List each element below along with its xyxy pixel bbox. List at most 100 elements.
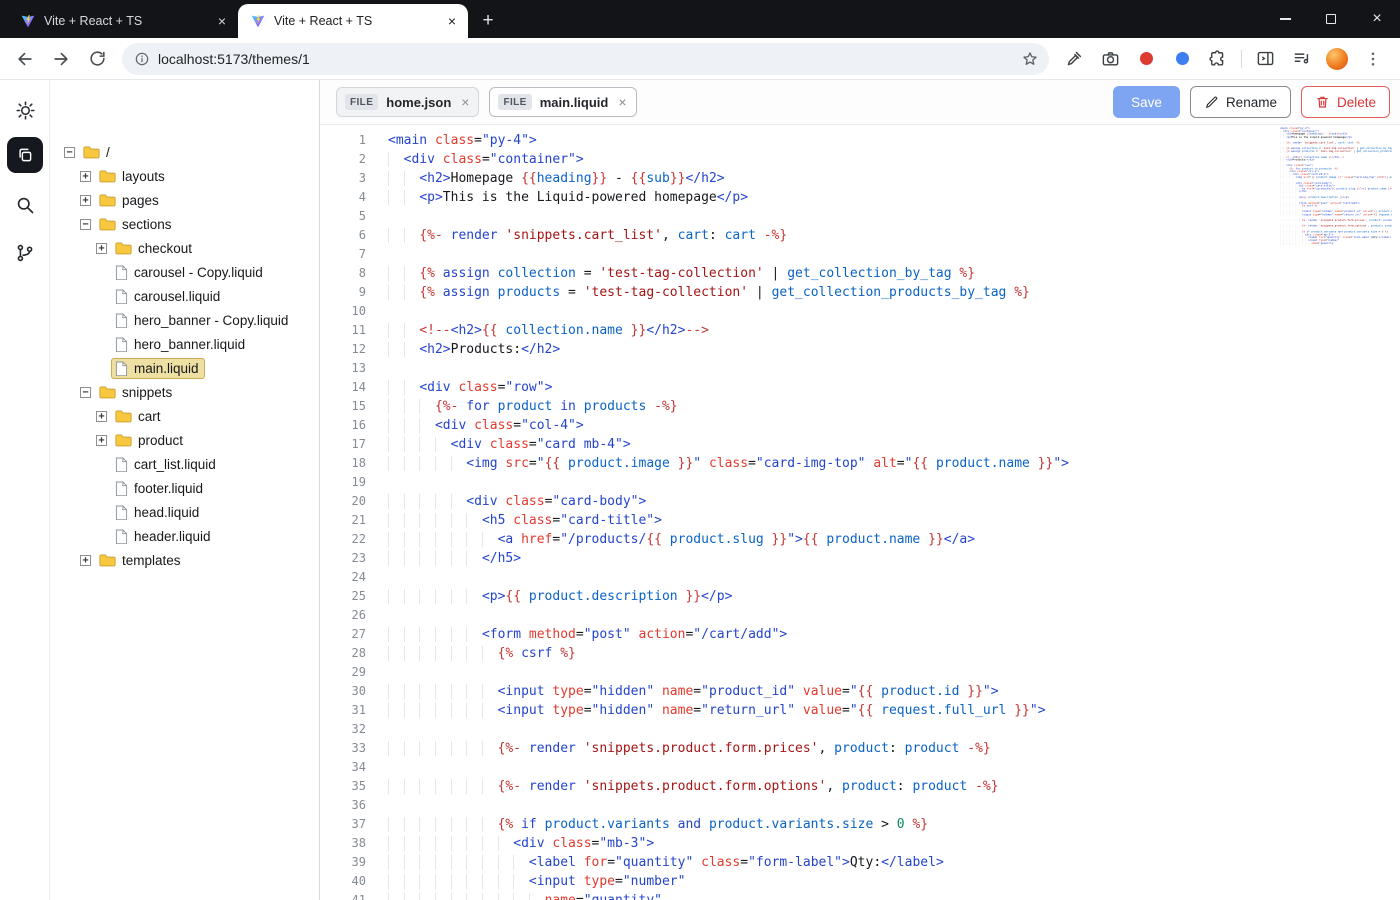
tree-item-root[interactable]: − /	[50, 140, 319, 164]
line-number: 34	[351, 760, 366, 774]
line-number: 40	[351, 874, 366, 888]
tab-title: Vite + React + TS	[44, 14, 143, 28]
status-dot-icon[interactable]	[1165, 42, 1199, 76]
expander-icon[interactable]: +	[96, 434, 107, 446]
delete-button[interactable]: Delete	[1300, 86, 1390, 118]
close-window-button[interactable]: ×	[1354, 0, 1400, 38]
media-list-icon[interactable]	[1284, 42, 1318, 76]
expander-icon[interactable]: −	[80, 218, 91, 230]
tree-item-label: product	[138, 432, 184, 448]
code-line: 18 <img src="{{ product.image }}" class=…	[320, 454, 1400, 473]
file-tab-main-liquid[interactable]: FILE main.liquid ×	[489, 87, 637, 117]
tree-item-pages[interactable]: + pages	[50, 188, 319, 212]
tree-item-hero-banner-liquid[interactable]: hero_banner.liquid	[50, 332, 319, 356]
folder-icon	[99, 385, 116, 399]
omnibox[interactable]	[122, 42, 1049, 75]
screenshot-icon[interactable]	[1093, 42, 1127, 76]
collections-button[interactable]	[7, 137, 43, 173]
record-icon[interactable]	[1129, 42, 1163, 76]
code-line: 25 <p>{{ product.description }}</p>	[320, 587, 1400, 606]
tree-item-layouts[interactable]: + layouts	[50, 164, 319, 188]
browser-menu-icon[interactable]	[1356, 42, 1390, 76]
browser-tab-2[interactable]: Vite + React + TS ×	[238, 4, 468, 38]
close-icon[interactable]: ×	[618, 94, 626, 110]
tree-item-cart[interactable]: + cart	[50, 404, 319, 428]
url-input[interactable]	[158, 50, 1013, 67]
tree-item-carousel-liquid[interactable]: carousel.liquid	[50, 284, 319, 308]
tree-item-footer-liquid[interactable]: footer.liquid	[50, 476, 319, 500]
sun-icon	[15, 100, 36, 121]
code-line: 5	[320, 207, 1400, 226]
file-icon	[115, 505, 128, 520]
line-number: 19	[351, 475, 366, 489]
code-line: 22 <a href="/products/{{ product.slug }}…	[320, 530, 1400, 549]
code-line: 41 name="quantity"	[320, 891, 1400, 900]
code-line: 14 <div class="row">	[320, 378, 1400, 397]
color-picker-icon[interactable]	[1057, 42, 1091, 76]
side-panel-icon[interactable]	[1248, 42, 1282, 76]
code-line: 10	[320, 302, 1400, 321]
tree-item-cart-list-liquid[interactable]: cart_list.liquid	[50, 452, 319, 476]
back-icon	[15, 49, 35, 69]
tree-item-hero-banner-copy-liquid[interactable]: hero_banner - Copy.liquid	[50, 308, 319, 332]
tree-item-label: checkout	[138, 240, 193, 256]
minimize-button[interactable]	[1262, 0, 1308, 38]
vite-logo-icon	[250, 13, 266, 29]
code-line: 20 <div class="card-body">	[320, 492, 1400, 511]
tree-item-label: sections	[122, 216, 172, 232]
tree-item-product[interactable]: + product	[50, 428, 319, 452]
close-icon[interactable]: ×	[461, 94, 469, 110]
maximize-button[interactable]	[1308, 0, 1354, 38]
tab-close-icon[interactable]: ×	[444, 13, 460, 29]
expander-icon[interactable]: +	[80, 170, 91, 182]
folder-icon	[99, 193, 116, 207]
bookmark-star-icon[interactable]	[1021, 50, 1039, 68]
line-number: 36	[351, 798, 366, 812]
file-icon	[115, 289, 128, 304]
extensions-icon[interactable]	[1201, 42, 1235, 76]
tree-item-sections[interactable]: − sections	[50, 212, 319, 236]
tree-item-header-liquid[interactable]: header.liquid	[50, 524, 319, 548]
line-number: 14	[351, 380, 366, 394]
expander-placeholder	[96, 507, 107, 518]
reload-button[interactable]	[80, 42, 114, 76]
tree-item-snippets[interactable]: − snippets	[50, 380, 319, 404]
expander-icon[interactable]: −	[64, 146, 75, 158]
expander-icon[interactable]: +	[80, 554, 91, 566]
code-line: 31 <input type="hidden" name="return_url…	[320, 701, 1400, 720]
new-tab-button[interactable]: +	[474, 7, 502, 35]
tree-item-label: layouts	[122, 168, 165, 184]
rename-button[interactable]: Rename	[1189, 86, 1291, 118]
tree-item-main-liquid[interactable]: main.liquid	[50, 356, 319, 380]
search-icon	[15, 195, 35, 215]
tab-close-icon[interactable]: ×	[214, 13, 230, 29]
tree-item-templates[interactable]: + templates	[50, 548, 319, 572]
git-branch-button[interactable]	[7, 235, 43, 271]
profile-avatar[interactable]	[1320, 42, 1354, 76]
tree-item-head-liquid[interactable]: head.liquid	[50, 500, 319, 524]
expander-icon[interactable]: +	[80, 194, 91, 206]
line-number: 28	[351, 646, 366, 660]
expander-icon[interactable]: −	[80, 386, 91, 398]
file-icon	[115, 313, 128, 328]
expander-icon[interactable]: +	[96, 242, 107, 254]
line-number: 33	[351, 741, 366, 755]
forward-button[interactable]	[44, 42, 78, 76]
line-number: 5	[358, 209, 366, 223]
expander-icon[interactable]: +	[96, 410, 107, 422]
minimap[interactable]: <main class="py-4"> <div class="containe…	[1280, 127, 1392, 245]
tree-item-carousel-copy-liquid[interactable]: carousel - Copy.liquid	[50, 260, 319, 284]
search-button[interactable]	[7, 187, 43, 223]
file-tab-home-json[interactable]: FILE home.json ×	[336, 87, 480, 117]
code-line: 7	[320, 245, 1400, 264]
save-button[interactable]: Save	[1113, 86, 1180, 118]
tree-item-label: carousel - Copy.liquid	[134, 264, 263, 280]
tree-item-label: main.liquid	[134, 360, 199, 376]
browser-tab-1[interactable]: Vite + React + TS ×	[8, 4, 238, 38]
back-button[interactable]	[8, 42, 42, 76]
theme-toggle-button[interactable]	[7, 92, 43, 128]
code-line: 6 {%- render 'snippets.cart_list', cart:…	[320, 226, 1400, 245]
code-editor[interactable]: 1 <main class="py-4"> 2 <div class="contai…	[320, 125, 1400, 900]
site-info-icon[interactable]	[134, 51, 150, 67]
tree-item-checkout[interactable]: + checkout	[50, 236, 319, 260]
